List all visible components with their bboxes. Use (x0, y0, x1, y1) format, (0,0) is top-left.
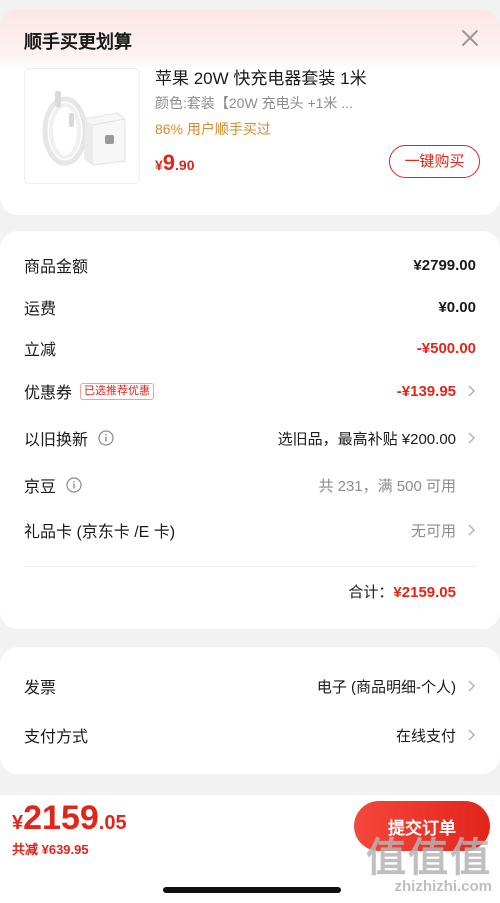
trade-in-label: 以旧换新 (24, 432, 89, 449)
goods-amount-label: 商品金额 (24, 259, 89, 276)
invoice-label: 发票 (24, 680, 57, 697)
payment-value: 在线支付 (395, 727, 456, 745)
product-image[interactable] (24, 68, 140, 184)
product-social-proof: 86% 用户顺手买过 (155, 121, 271, 137)
checkout-total-price: ¥2159.05 (12, 799, 127, 838)
chevron-right-icon (468, 385, 476, 397)
summary-divider (24, 566, 476, 567)
shipping-value: ¥0.00 (438, 298, 476, 316)
trade-in-row[interactable]: 以旧换新 选旧品，最高补贴 ¥200.00 (24, 423, 476, 453)
gift-card-label: 礼品卡 (京东卡 /E 卡) (24, 524, 176, 541)
product-price: ¥9.90 (155, 150, 195, 176)
watermark-logo: 值值值 (366, 836, 492, 880)
instant-discount-value: -¥500.00 (416, 339, 476, 357)
checkout-price-integer: 2159 (23, 799, 99, 837)
trade-in-value: 选旧品，最高补贴 ¥200.00 (277, 430, 456, 448)
invoice-value: 电子 (商品明细-个人) (316, 678, 456, 696)
checkout-price-symbol: ¥ (12, 812, 24, 834)
trade-in-value-group: 选旧品，最高补贴 ¥200.00 (278, 428, 476, 449)
checkout-price-decimal: .05 (98, 812, 127, 834)
trade-in-label-group: 以旧换新 (24, 426, 114, 450)
product-price-decimal: .90 (175, 157, 195, 173)
checkout-total-saved: 共减 ¥639.95 (12, 842, 89, 857)
order-summary-card: 商品金额 ¥2799.00 运费 ¥0.00 立减 -¥500.00 优惠券 已… (0, 231, 500, 629)
home-indicator (163, 887, 341, 893)
chevron-right-icon (468, 729, 476, 741)
watermark-url: zhizhizhi.com (394, 878, 493, 895)
coupon-badge: 已选推荐优惠 (80, 382, 155, 400)
product-name[interactable]: 苹果 20W 快充电器套装 1米 (155, 64, 367, 89)
jingdou-label-group: 京豆 (24, 473, 82, 497)
goods-amount-row: 商品金额 ¥2799.00 (24, 250, 476, 280)
charger-product-picture (42, 91, 126, 166)
coupon-label: 优惠券 (24, 385, 73, 402)
jingdou-label: 京豆 (24, 479, 57, 496)
coupon-label-group: 优惠券 已选推荐优惠 (24, 379, 155, 403)
payment-row[interactable]: 支付方式 在线支付 (24, 720, 476, 750)
instant-discount-row: 立减 -¥500.00 (24, 333, 476, 363)
summary-total-label: 合计： (348, 584, 394, 601)
chevron-right-icon (468, 524, 476, 536)
coupon-value-group: -¥139.95 (397, 383, 476, 400)
upsell-card: 顺手买更划算 苹果 20W 快充电器套装 1米 颜色:套装【20W 充电头 +1… (0, 10, 500, 215)
coupon-row[interactable]: 优惠券 已选推荐优惠 -¥139.95 (24, 376, 476, 406)
payment-value-group: 在线支付 (396, 725, 476, 746)
product-price-symbol: ¥ (155, 157, 163, 173)
info-icon[interactable] (66, 477, 82, 493)
watermark: 值值值 zhizhizhi.com (366, 838, 492, 895)
product-variant: 颜色:套装【20W 充电头 +1米 ... (155, 95, 353, 111)
jingdou-row[interactable]: 京豆 共 231，满 500 可用 (24, 470, 476, 500)
jingdou-value-group: 共 231，满 500 可用 (318, 475, 476, 496)
invoice-value-group: 电子 (商品明细-个人) (317, 676, 476, 697)
upsell-title: 顺手买更划算 (24, 32, 132, 52)
close-icon[interactable] (458, 26, 482, 50)
one-click-buy-button[interactable]: 一键购买 (389, 145, 480, 178)
payment-label: 支付方式 (24, 729, 89, 746)
shipping-row: 运费 ¥0.00 (24, 292, 476, 322)
product-price-integer: 9 (162, 150, 176, 175)
coupon-value: -¥139.95 (396, 382, 456, 400)
chevron-right-icon (468, 680, 476, 692)
summary-total-value: ¥2159.05 (393, 584, 456, 601)
gift-card-value: 无可用 (410, 522, 456, 540)
checkout-bar: ¥2159.05 共减 ¥639.95 提交订单 值值值 zhizhizhi.c… (0, 795, 500, 903)
jingdou-value: 共 231，满 500 可用 (318, 477, 456, 495)
shipping-label: 运费 (24, 301, 57, 318)
info-icon[interactable] (98, 430, 114, 446)
gift-card-row[interactable]: 礼品卡 (京东卡 /E 卡) 无可用 (24, 515, 476, 545)
invoice-row[interactable]: 发票 电子 (商品明细-个人) (24, 671, 476, 701)
instant-discount-label: 立减 (24, 342, 57, 359)
invoice-payment-card: 发票 电子 (商品明细-个人) 支付方式 在线支付 (0, 647, 500, 774)
gift-card-value-group: 无可用 (411, 520, 476, 541)
goods-amount-value: ¥2799.00 (413, 256, 476, 274)
chevron-right-icon (468, 432, 476, 444)
summary-total: 合计：¥2159.05 (348, 581, 456, 602)
